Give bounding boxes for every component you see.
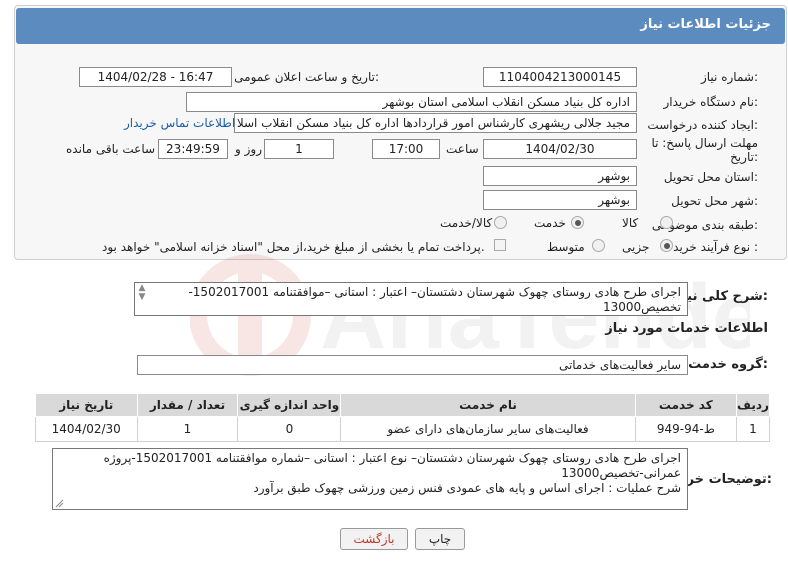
buyer-notes-line-2: عمرانی-تخصیص13000 xyxy=(561,466,681,480)
col-unit: واحد اندازه گیری xyxy=(237,393,342,417)
creator-label: ایجاد کننده درخواست: xyxy=(647,118,758,132)
category-radio-goods-service[interactable] xyxy=(494,216,507,229)
province-field: بوشهر xyxy=(483,166,637,186)
process-option-medium: متوسط xyxy=(547,240,585,254)
col-quantity: تعداد / مقدار xyxy=(136,393,239,417)
table-row: 1404/02/30 1 0 فعالیت‌های سایر سازمان‌ها… xyxy=(35,416,771,442)
category-radio-service[interactable] xyxy=(571,216,584,229)
announce-datetime-label: تاریخ و ساعت اعلان عمومی: xyxy=(234,70,379,84)
cell-quantity: 1 xyxy=(136,416,239,442)
city-field: بوشهر xyxy=(483,190,637,210)
col-service-code: کد خدمت xyxy=(634,393,737,417)
buyer-notes-line-3: شرح عملیات : اجرای اساس و پایه های عمودی… xyxy=(253,481,681,495)
category-option-goods: کالا xyxy=(622,216,639,230)
scroll-arrows-icon[interactable]: ▲ ▼ xyxy=(136,284,148,306)
resize-handle-icon[interactable] xyxy=(55,499,64,508)
remaining-time-label: ساعت باقی مانده xyxy=(66,142,156,156)
back-button[interactable]: بازگشت xyxy=(340,528,408,550)
summary-textarea[interactable]: اجرای طرح هادی روستای چهوک شهرستان دشتست… xyxy=(134,282,688,316)
category-option-goods-service: کالا/خدمت xyxy=(440,216,493,230)
province-label: استان محل تحویل: xyxy=(663,170,758,184)
need-number-label: شماره نیاز: xyxy=(700,70,758,84)
process-type-label: نوع فرآیند خرید : xyxy=(673,240,758,254)
summary-line-2: تخصیص13000 xyxy=(602,300,681,314)
treasury-payment-note: پرداخت تمام یا بخشی از مبلغ خرید،از محل … xyxy=(102,240,485,254)
service-group-label: گروه خدمت: xyxy=(688,357,768,372)
city-label: شهر محل تحویل: xyxy=(671,194,758,208)
col-row: ردیف xyxy=(735,393,771,417)
services-section-title: اطلاعات خدمات مورد نیاز xyxy=(605,321,768,336)
deadline-label: مهلت ارسال پاسخ: تا xyxy=(651,136,758,150)
creator-field: مجید جلالی ریشهری کارشناس امور قراردادها… xyxy=(234,113,637,133)
buyer-notes-textarea[interactable]: اجرای طرح هادی روستای چهوک شهرستان دشتست… xyxy=(52,448,688,510)
summary-label: شرح کلی نیاز: xyxy=(674,289,768,304)
cell-need-date: 1404/02/30 xyxy=(35,416,138,442)
buyer-org-field: اداره کل بنیاد مسکن انقلاب اسلامی استان … xyxy=(186,92,637,112)
cell-service-name: فعالیت‌های سایر سازمان‌های دارای عضو xyxy=(340,416,636,442)
summary-line-1: اجرای طرح هادی روستای چهوک شهرستان دشتست… xyxy=(188,285,681,299)
page-title: جزئیات اطلاعات نیاز xyxy=(640,17,771,32)
page-header: جزئیات اطلاعات نیاز xyxy=(16,8,785,44)
category-radio-goods[interactable] xyxy=(660,216,673,229)
cell-service-code: ط-94-949 xyxy=(634,416,737,442)
remaining-time-field: 23:49:59 xyxy=(158,139,228,159)
category-option-service: خدمت xyxy=(534,216,566,230)
process-radio-minor[interactable] xyxy=(660,239,673,252)
buyer-notes-line-1: اجرای طرح هادی روستای چهوک شهرستان دشتست… xyxy=(103,451,681,465)
process-option-minor: جزیی xyxy=(622,240,650,254)
deadline-time-label: ساعت xyxy=(446,142,479,156)
remaining-days-label: روز و xyxy=(235,142,262,156)
col-need-date: تاریخ نیاز xyxy=(35,393,138,417)
print-button[interactable]: چاپ xyxy=(415,528,465,550)
buyer-contact-link[interactable]: اطلاعات تماس خریدار xyxy=(124,116,235,130)
deadline-time-field: 17:00 xyxy=(372,139,440,159)
announce-datetime-field: 1404/02/28 - 16:47 xyxy=(79,67,232,87)
process-radio-medium[interactable] xyxy=(592,239,605,252)
service-group-field: سایر فعالیت‌های خدماتی xyxy=(137,355,688,375)
cell-unit: 0 xyxy=(237,416,342,442)
remaining-days-field: 1 xyxy=(264,139,334,159)
table-header-row: تاریخ نیاز تعداد / مقدار واحد اندازه گیر… xyxy=(35,393,771,417)
services-table: تاریخ نیاز تعداد / مقدار واحد اندازه گیر… xyxy=(35,393,771,442)
deadline-date-field: 1404/02/30 xyxy=(483,139,637,159)
deadline-date-label: تاریخ: xyxy=(730,150,758,164)
treasury-payment-checkbox[interactable] xyxy=(494,239,506,251)
cell-row: 1 xyxy=(735,416,771,442)
col-service-name: نام خدمت xyxy=(340,393,636,417)
buyer-org-label: نام دستگاه خریدار: xyxy=(663,95,759,109)
need-number-field: 1104004213000145 xyxy=(483,67,637,87)
